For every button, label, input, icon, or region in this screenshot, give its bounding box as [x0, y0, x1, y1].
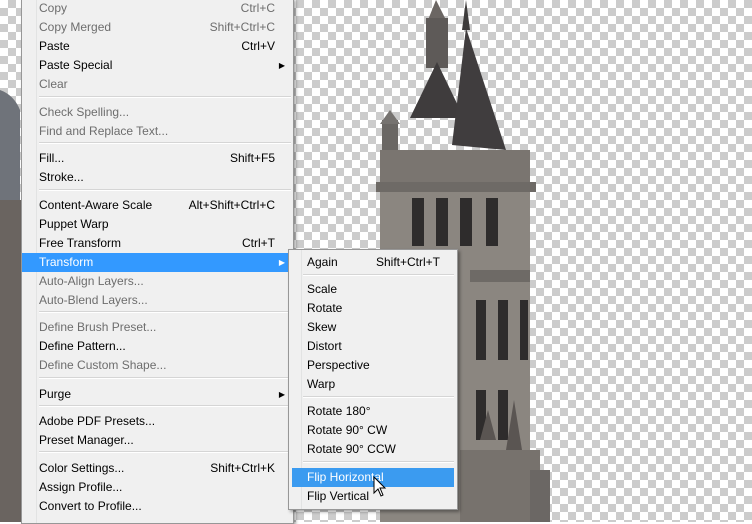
menu-separator	[303, 396, 454, 398]
menu-item-shortcut: Ctrl+T	[242, 236, 275, 250]
menu-item-puppet-warp[interactable]: Puppet Warp	[22, 215, 293, 234]
submenu-item-scale[interactable]: Scale	[289, 280, 457, 299]
menu-item-label: Skew	[307, 320, 337, 334]
menu-item-copy[interactable]: Copy Ctrl+C	[22, 0, 293, 18]
menu-item-label: Stroke...	[39, 170, 84, 184]
submenu-item-rotate-180[interactable]: Rotate 180°	[289, 402, 457, 421]
submenu-item-skew[interactable]: Skew	[289, 318, 457, 337]
menu-item-label: Rotate 180°	[307, 404, 371, 418]
menu-item-label: Preset Manager...	[39, 433, 134, 447]
menu-item-check-spelling[interactable]: Check Spelling...	[22, 103, 293, 122]
menu-item-label: Define Pattern...	[39, 339, 126, 353]
menu-item-shortcut: Shift+Ctrl+T	[375, 255, 440, 269]
menu-item-label: Puppet Warp	[39, 217, 109, 231]
menu-item-label: Free Transform	[39, 236, 122, 250]
submenu-arrow-icon: ▶	[278, 61, 285, 70]
menu-item-label: Copy	[39, 1, 68, 15]
menu-item-label: Transform	[39, 255, 94, 269]
menu-item-transform[interactable]: Transform ▶	[22, 253, 293, 272]
menu-separator	[303, 461, 454, 463]
menu-item-purge[interactable]: Purge ▶	[22, 385, 293, 404]
menu-item-convert-to-profile[interactable]: Convert to Profile...	[22, 497, 293, 516]
menu-item-label: Check Spelling...	[39, 105, 130, 119]
menu-item-shortcut: Shift+Ctrl+K	[210, 461, 275, 475]
menu-separator	[39, 311, 291, 313]
transform-submenu: Again Shift+Ctrl+T Scale Rotate Skew Dist…	[288, 249, 458, 510]
menu-item-shortcut: Ctrl+V	[241, 39, 275, 53]
submenu-item-perspective[interactable]: Perspective	[289, 356, 457, 375]
submenu-item-warp[interactable]: Warp	[289, 375, 457, 394]
menu-item-color-settings[interactable]: Color Settings... Shift+Ctrl+K	[22, 459, 293, 478]
menu-item-fill[interactable]: Fill... Shift+F5	[22, 149, 293, 168]
menu-item-label: Again	[307, 255, 338, 269]
menu-item-label: Fill...	[39, 151, 65, 165]
menu-item-define-pattern[interactable]: Define Pattern...	[22, 337, 293, 356]
menu-item-assign-profile[interactable]: Assign Profile...	[22, 478, 293, 497]
menu-item-content-aware-scale[interactable]: Content-Aware Scale Alt+Shift+Ctrl+C	[22, 196, 293, 215]
menu-item-label: Paste	[39, 39, 70, 53]
menu-separator	[39, 451, 291, 453]
menu-item-adobe-pdf-presets[interactable]: Adobe PDF Presets...	[22, 412, 293, 431]
menu-item-label: Distort	[307, 339, 342, 353]
menu-item-label: Define Brush Preset...	[39, 320, 157, 334]
menu-item-find-and-replace[interactable]: Find and Replace Text...	[22, 122, 293, 141]
menu-item-label: Color Settings...	[39, 461, 125, 475]
menu-separator	[39, 405, 291, 407]
menu-item-auto-blend-layers[interactable]: Auto-Blend Layers...	[22, 291, 293, 310]
menu-item-label: Content-Aware Scale	[39, 198, 153, 212]
menu-separator	[39, 377, 291, 379]
menu-separator	[39, 189, 291, 191]
menu-item-label: Rotate 90° CW	[307, 423, 388, 437]
menu-item-label: Auto-Blend Layers...	[39, 293, 148, 307]
menu-item-label: Find and Replace Text...	[39, 124, 169, 138]
menu-item-label: Clear	[39, 77, 68, 91]
menu-item-free-transform[interactable]: Free Transform Ctrl+T	[22, 234, 293, 253]
submenu-item-again[interactable]: Again Shift+Ctrl+T	[289, 253, 457, 272]
menu-item-label: Purge	[39, 387, 72, 401]
menu-item-label: Convert to Profile...	[39, 499, 142, 513]
menu-item-label: Paste Special	[39, 58, 113, 72]
menu-item-label: Flip Vertical	[307, 489, 370, 503]
menu-item-clear[interactable]: Clear	[22, 75, 293, 94]
menu-item-label: Copy Merged	[39, 20, 112, 34]
menu-item-label: Assign Profile...	[39, 480, 123, 494]
submenu-item-rotate[interactable]: Rotate	[289, 299, 457, 318]
menu-item-shortcut: Shift+F5	[229, 151, 275, 165]
submenu-arrow-icon: ▶	[278, 390, 285, 399]
menu-item-shortcut: Shift+Ctrl+C	[209, 20, 275, 34]
menu-item-shortcut: Ctrl+C	[240, 1, 275, 15]
submenu-item-rotate-90-ccw[interactable]: Rotate 90° CCW	[289, 440, 457, 459]
menu-item-label: Auto-Align Layers...	[39, 274, 144, 288]
menu-item-label: Perspective	[307, 358, 370, 372]
menu-item-label: Rotate 90° CCW	[307, 442, 396, 456]
menu-separator	[39, 142, 291, 144]
edit-menu: Copy Ctrl+C Copy Merged Shift+Ctrl+C Paste…	[21, 0, 294, 524]
menu-item-copy-merged[interactable]: Copy Merged Shift+Ctrl+C	[22, 18, 293, 37]
menu-item-label: Warp	[307, 377, 336, 391]
menu-item-define-custom-shape[interactable]: Define Custom Shape...	[22, 356, 293, 375]
submenu-item-distort[interactable]: Distort	[289, 337, 457, 356]
menu-item-label: Adobe PDF Presets...	[39, 414, 156, 428]
menu-item-preset-manager[interactable]: Preset Manager...	[22, 431, 293, 450]
submenu-arrow-icon: ▶	[278, 258, 285, 267]
menu-item-label: Define Custom Shape...	[39, 358, 167, 372]
menu-item-define-brush-preset[interactable]: Define Brush Preset...	[22, 318, 293, 337]
menu-item-shortcut: Alt+Shift+Ctrl+C	[188, 198, 275, 212]
menu-item-auto-align-layers[interactable]: Auto-Align Layers...	[22, 272, 293, 291]
menu-item-paste-special[interactable]: Paste Special ▶	[22, 56, 293, 75]
menu-item-paste[interactable]: Paste Ctrl+V	[22, 37, 293, 56]
menu-item-label: Scale	[307, 282, 338, 296]
menu-item-label: Rotate	[307, 301, 343, 315]
menu-item-stroke[interactable]: Stroke...	[22, 168, 293, 187]
menu-separator	[39, 96, 291, 98]
submenu-item-rotate-90-cw[interactable]: Rotate 90° CW	[289, 421, 457, 440]
arrow-pointer-icon	[373, 476, 387, 497]
menu-separator	[303, 274, 454, 276]
